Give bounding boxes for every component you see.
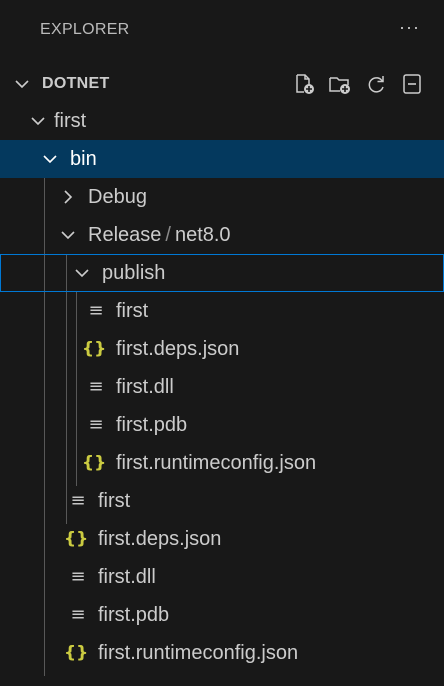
new-file-icon[interactable] — [292, 72, 316, 96]
chevron-down-icon[interactable] — [12, 74, 32, 94]
explorer-header: EXPLORER ··· — [0, 0, 444, 64]
json-braces-icon: {} — [82, 453, 107, 473]
workspace-title: DOTNET — [42, 75, 110, 92]
tree-item-label: publish — [102, 262, 166, 284]
tree-item-label: first — [116, 300, 149, 322]
tree-item-label-part: net8.0 — [174, 224, 231, 246]
tree-item-bin-folder[interactable]: bin — [0, 140, 444, 178]
tree-item-label: first.pdb — [98, 604, 170, 626]
tree-item-file[interactable]: ≡ first — [0, 482, 444, 520]
tree-item-file[interactable]: {} first.deps.json — [0, 330, 444, 368]
tree-item-file[interactable]: ≡ first.dll — [0, 558, 444, 596]
tree-item-label: Release / net8.0 — [88, 216, 231, 254]
more-actions-icon[interactable]: ··· — [399, 17, 420, 38]
tree-item-file[interactable]: {} first.deps.json — [0, 520, 444, 558]
tree-item-label: first.dll — [98, 566, 156, 588]
file-tree: first bin Debug Release / net8.0 publish ≡… — [0, 102, 444, 676]
file-lines-icon: ≡ — [88, 300, 104, 321]
file-lines-icon: ≡ — [88, 376, 104, 397]
tree-item-first-folder[interactable]: first — [0, 102, 444, 140]
tree-item-file[interactable]: ≡ first.pdb — [0, 406, 444, 444]
chevron-down-icon[interactable] — [28, 111, 48, 131]
tree-item-release-folder[interactable]: Release / net8.0 — [0, 216, 444, 254]
tree-item-label: first — [98, 490, 131, 512]
tree-item-label: Debug — [88, 186, 147, 208]
tree-item-file[interactable]: ≡ first.dll — [0, 368, 444, 406]
file-lines-icon: ≡ — [70, 490, 86, 511]
tree-item-debug-folder[interactable]: Debug — [0, 178, 444, 216]
chevron-down-icon[interactable] — [72, 263, 92, 283]
tree-item-file[interactable]: {} first.runtimeconfig.json — [0, 634, 444, 672]
chevron-right-icon[interactable] — [58, 187, 78, 207]
json-braces-icon: {} — [82, 339, 107, 359]
tree-item-label-part: Release — [88, 224, 162, 246]
tree-item-label: first — [54, 110, 87, 132]
chevron-down-icon[interactable] — [58, 225, 78, 245]
explorer-panel: EXPLORER ··· DOTNET first bin Debug Rele… — [0, 0, 444, 686]
tree-item-file[interactable]: ≡ first.pdb — [0, 596, 444, 634]
file-lines-icon: ≡ — [70, 604, 86, 625]
tree-item-publish-folder[interactable]: publish — [0, 254, 444, 292]
explorer-title: EXPLORER — [40, 21, 130, 38]
json-braces-icon: {} — [64, 643, 89, 663]
tree-item-file[interactable]: {} first.runtimeconfig.json — [0, 444, 444, 482]
new-folder-icon[interactable] — [328, 72, 352, 96]
tree-item-file[interactable]: ≡ first — [0, 292, 444, 330]
path-separator: / — [165, 224, 171, 246]
section-actions — [292, 72, 424, 96]
tree-item-label: first.deps.json — [98, 528, 222, 550]
tree-item-label: first.pdb — [116, 414, 188, 436]
file-lines-icon: ≡ — [70, 566, 86, 587]
tree-item-label: first.runtimeconfig.json — [116, 452, 317, 474]
refresh-icon[interactable] — [364, 72, 388, 96]
file-lines-icon: ≡ — [88, 414, 104, 435]
tree-item-label: first.dll — [116, 376, 174, 398]
tree-item-label: first.deps.json — [116, 338, 240, 360]
tree-item-label: bin — [70, 148, 97, 170]
workspace-section-header[interactable]: DOTNET — [0, 64, 444, 104]
collapse-all-icon[interactable] — [400, 72, 424, 96]
tree-item-label: first.runtimeconfig.json — [98, 642, 299, 664]
json-braces-icon: {} — [64, 529, 89, 549]
chevron-down-icon[interactable] — [40, 149, 60, 169]
